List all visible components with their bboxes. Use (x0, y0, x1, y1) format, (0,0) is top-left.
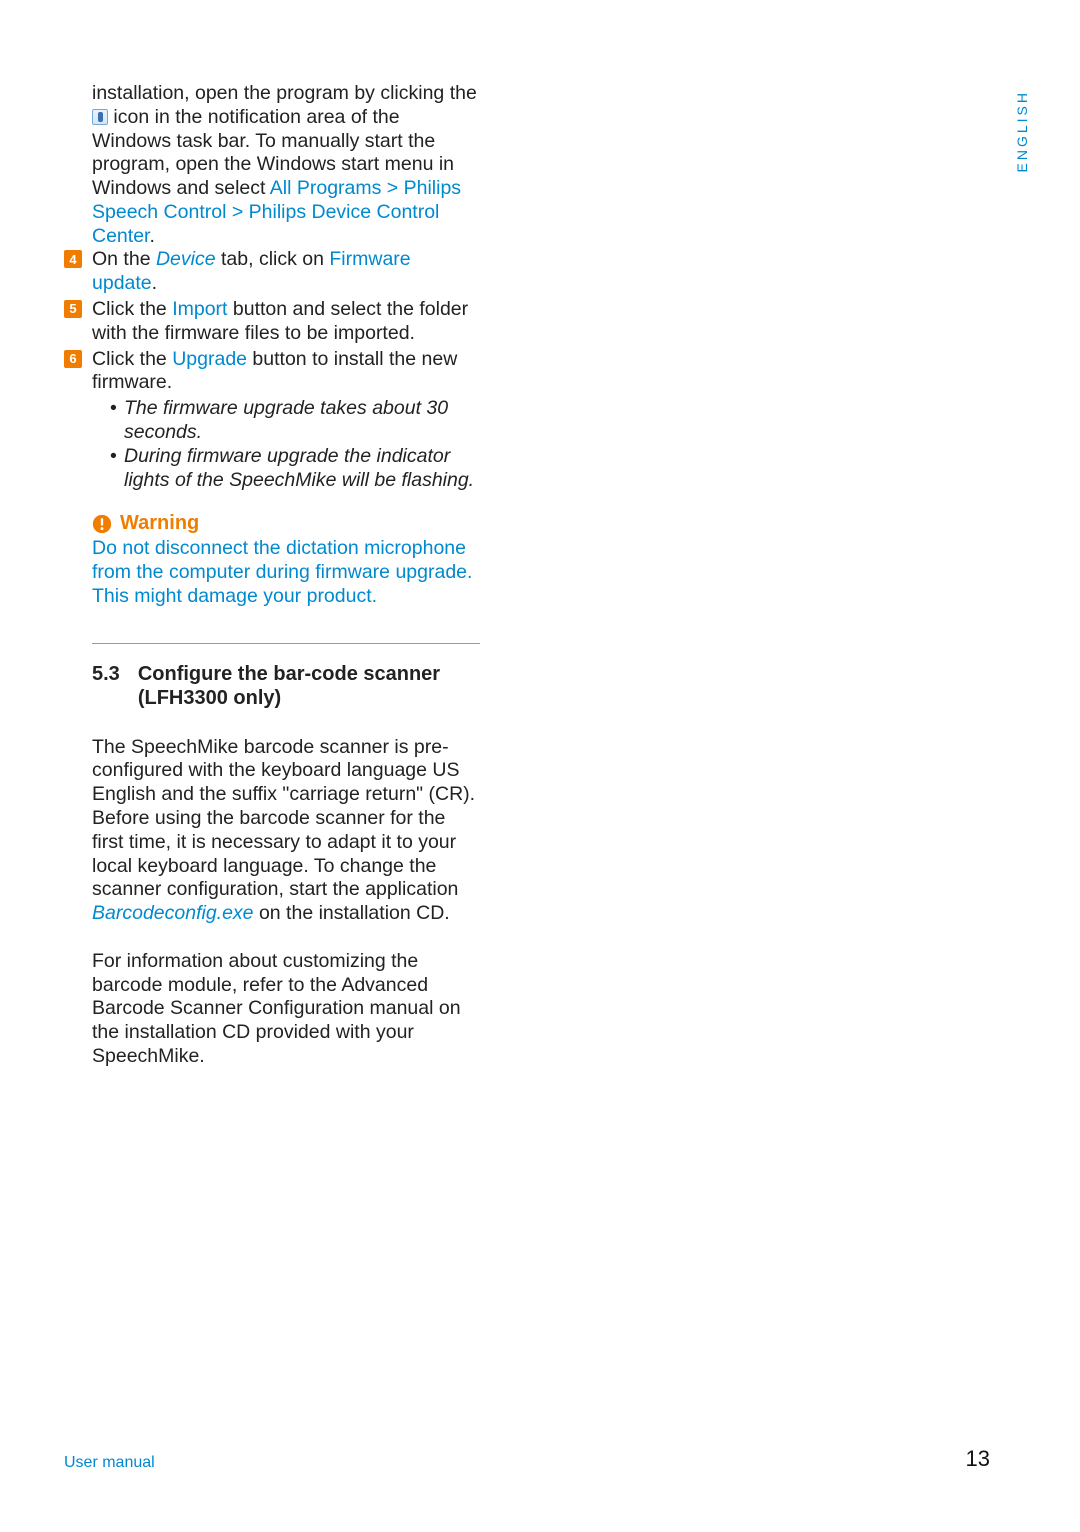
warning-title: Warning (120, 512, 199, 535)
section-divider (92, 643, 480, 644)
step-number-icon: 5 (64, 300, 82, 318)
intro-paragraph: installation, open the program by clicki… (92, 82, 480, 248)
numbered-steps: 4 On the Device tab, click on Firmware u… (92, 248, 480, 492)
section-title: Configure the bar-code scanner (LFH3300 … (138, 662, 480, 710)
step-4-text-2: tab, click on (216, 248, 330, 270)
footer-doc-title: User manual (64, 1454, 155, 1472)
paragraph-1: The SpeechMike barcode scanner is pre-co… (92, 736, 480, 926)
section-number: 5.3 (92, 662, 120, 710)
step-6-notes: The firmware upgrade takes about 30 seco… (92, 397, 480, 492)
step-4-text-3: . (152, 272, 157, 294)
main-column: installation, open the program by clicki… (92, 82, 480, 492)
step-4-text-1: On the (92, 248, 156, 270)
page-number: 13 (966, 1446, 990, 1472)
step-6: 6 Click the Upgrade button to install th… (92, 348, 480, 493)
note-2: During firmware upgrade the indicator li… (110, 445, 480, 493)
device-tab-label: Device (156, 248, 216, 270)
warning-header: Warning (92, 512, 480, 535)
para1-text-1: The SpeechMike barcode scanner is pre-co… (92, 736, 475, 901)
step-number-icon: 6 (64, 350, 82, 368)
upgrade-label: Upgrade (172, 348, 247, 370)
step-5-text-1: Click the (92, 298, 172, 320)
note-1: The firmware upgrade takes about 30 seco… (110, 397, 480, 445)
para1-text-2: on the installation CD. (254, 902, 450, 924)
manual-page: ENGLISH installation, open the program b… (0, 0, 1080, 1532)
warning-block: Warning Do not disconnect the dictation … (92, 512, 480, 608)
step-4: 4 On the Device tab, click on Firmware u… (92, 248, 480, 296)
page-footer: User manual 13 (64, 1446, 990, 1472)
tray-icon (92, 109, 108, 125)
intro-period: . (149, 225, 154, 247)
intro-text-1: installation, open the program by clicki… (92, 82, 477, 104)
step-6-text-1: Click the (92, 348, 172, 370)
warning-text: Do not disconnect the dictation micropho… (92, 537, 480, 608)
step-number-icon: 4 (64, 250, 82, 268)
warning-icon (92, 514, 112, 534)
barcodeconfig-app: Barcodeconfig.exe (92, 902, 254, 924)
section-heading: 5.3 Configure the bar-code scanner (LFH3… (92, 662, 480, 710)
step-5: 5 Click the Import button and select the… (92, 298, 480, 346)
import-label: Import (172, 298, 227, 320)
paragraph-2: For information about customizing the ba… (92, 950, 480, 1069)
language-tab: ENGLISH (1014, 90, 1030, 172)
